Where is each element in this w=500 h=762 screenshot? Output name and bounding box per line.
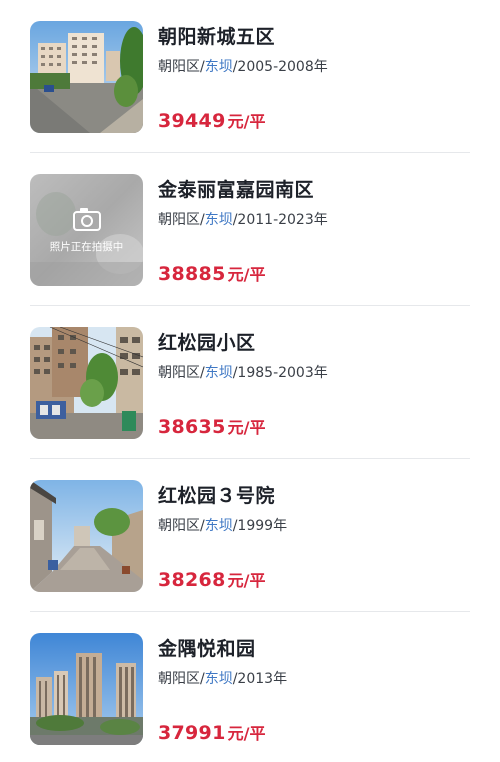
price-unit: 元/平 [227, 265, 266, 284]
subdistrict-link[interactable]: 东坝 [205, 671, 233, 687]
courtyard-lane-photo [30, 480, 143, 592]
district-label: 朝阳区 [158, 518, 200, 534]
list-item-community-4[interactable]: 红松园３号院 朝阳区/东坝/1999年 38268 元/平 [30, 480, 470, 592]
community-photo-4[interactable] [30, 480, 143, 592]
community-name: 朝阳新城五区 [158, 26, 276, 48]
price-value: 37991 [158, 722, 226, 744]
price-value: 38268 [158, 569, 226, 591]
community-meta: 朝阳区/东坝/2013年 [158, 668, 287, 688]
divider [30, 611, 470, 612]
price-unit: 元/平 [227, 724, 266, 743]
list-item-community-2[interactable]: 照片正在拍摄中 金泰丽富嘉园南区 朝阳区/东坝/2011-2023年 38885… [30, 174, 470, 286]
community-name: 金隅悦和园 [158, 638, 256, 660]
community-photo-3[interactable] [30, 327, 143, 439]
list-item-community-5[interactable]: 金隅悦和园 朝阳区/东坝/2013年 37991 元/平 [30, 633, 470, 745]
price-row: 38635 元/平 [158, 414, 265, 438]
price-value: 38885 [158, 263, 226, 285]
divider [30, 458, 470, 459]
subdistrict-link[interactable]: 东坝 [205, 518, 233, 534]
price-row: 38268 元/平 [158, 567, 265, 591]
photo-placeholder: 照片正在拍摄中 [30, 174, 143, 286]
community-meta: 朝阳区/东坝/1985-2003年 [158, 362, 328, 382]
residential-blocks-photo [30, 21, 143, 133]
community-photo-2[interactable]: 照片正在拍摄中 [30, 174, 143, 286]
build-years: /1999年 [232, 518, 288, 534]
community-name: 红松园小区 [158, 332, 256, 354]
price-unit: 元/平 [227, 112, 266, 131]
community-meta: 朝阳区/东坝/1999年 [158, 515, 287, 535]
price-row: 37991 元/平 [158, 720, 265, 744]
price-row: 39449 元/平 [158, 108, 265, 132]
alley-buildings-photo [30, 327, 143, 439]
district-label: 朝阳区 [158, 365, 200, 381]
build-years: /2013年 [232, 671, 288, 687]
price-value: 38635 [158, 416, 226, 438]
subdistrict-link[interactable]: 东坝 [205, 212, 233, 228]
build-years: /2011-2023年 [232, 212, 328, 228]
community-name: 金泰丽富嘉园南区 [158, 179, 315, 201]
divider [30, 305, 470, 306]
subdistrict-link[interactable]: 东坝 [205, 365, 233, 381]
price-unit: 元/平 [227, 418, 266, 437]
build-years: /2005-2008年 [232, 59, 328, 75]
price-unit: 元/平 [227, 571, 266, 590]
community-meta: 朝阳区/东坝/2005-2008年 [158, 56, 328, 76]
highrise-towers-photo [30, 633, 143, 745]
subdistrict-link[interactable]: 东坝 [205, 59, 233, 75]
district-label: 朝阳区 [158, 212, 200, 228]
community-name: 红松园３号院 [158, 485, 276, 507]
community-list: 朝阳新城五区 朝阳区/东坝/2005-2008年 39449 元/平 照片正在拍… [0, 0, 500, 762]
list-item-community-3[interactable]: 红松园小区 朝阳区/东坝/1985-2003年 38635 元/平 [30, 327, 470, 439]
price-row: 38885 元/平 [158, 261, 265, 285]
district-label: 朝阳区 [158, 59, 200, 75]
district-label: 朝阳区 [158, 671, 200, 687]
community-photo-1[interactable] [30, 21, 143, 133]
community-meta: 朝阳区/东坝/2011-2023年 [158, 209, 328, 229]
photo-placeholder-text: 照片正在拍摄中 [50, 240, 124, 253]
list-item-community-1[interactable]: 朝阳新城五区 朝阳区/东坝/2005-2008年 39449 元/平 [30, 21, 470, 133]
divider [30, 152, 470, 153]
build-years: /1985-2003年 [232, 365, 328, 381]
community-photo-5[interactable] [30, 633, 143, 745]
price-value: 39449 [158, 110, 226, 132]
